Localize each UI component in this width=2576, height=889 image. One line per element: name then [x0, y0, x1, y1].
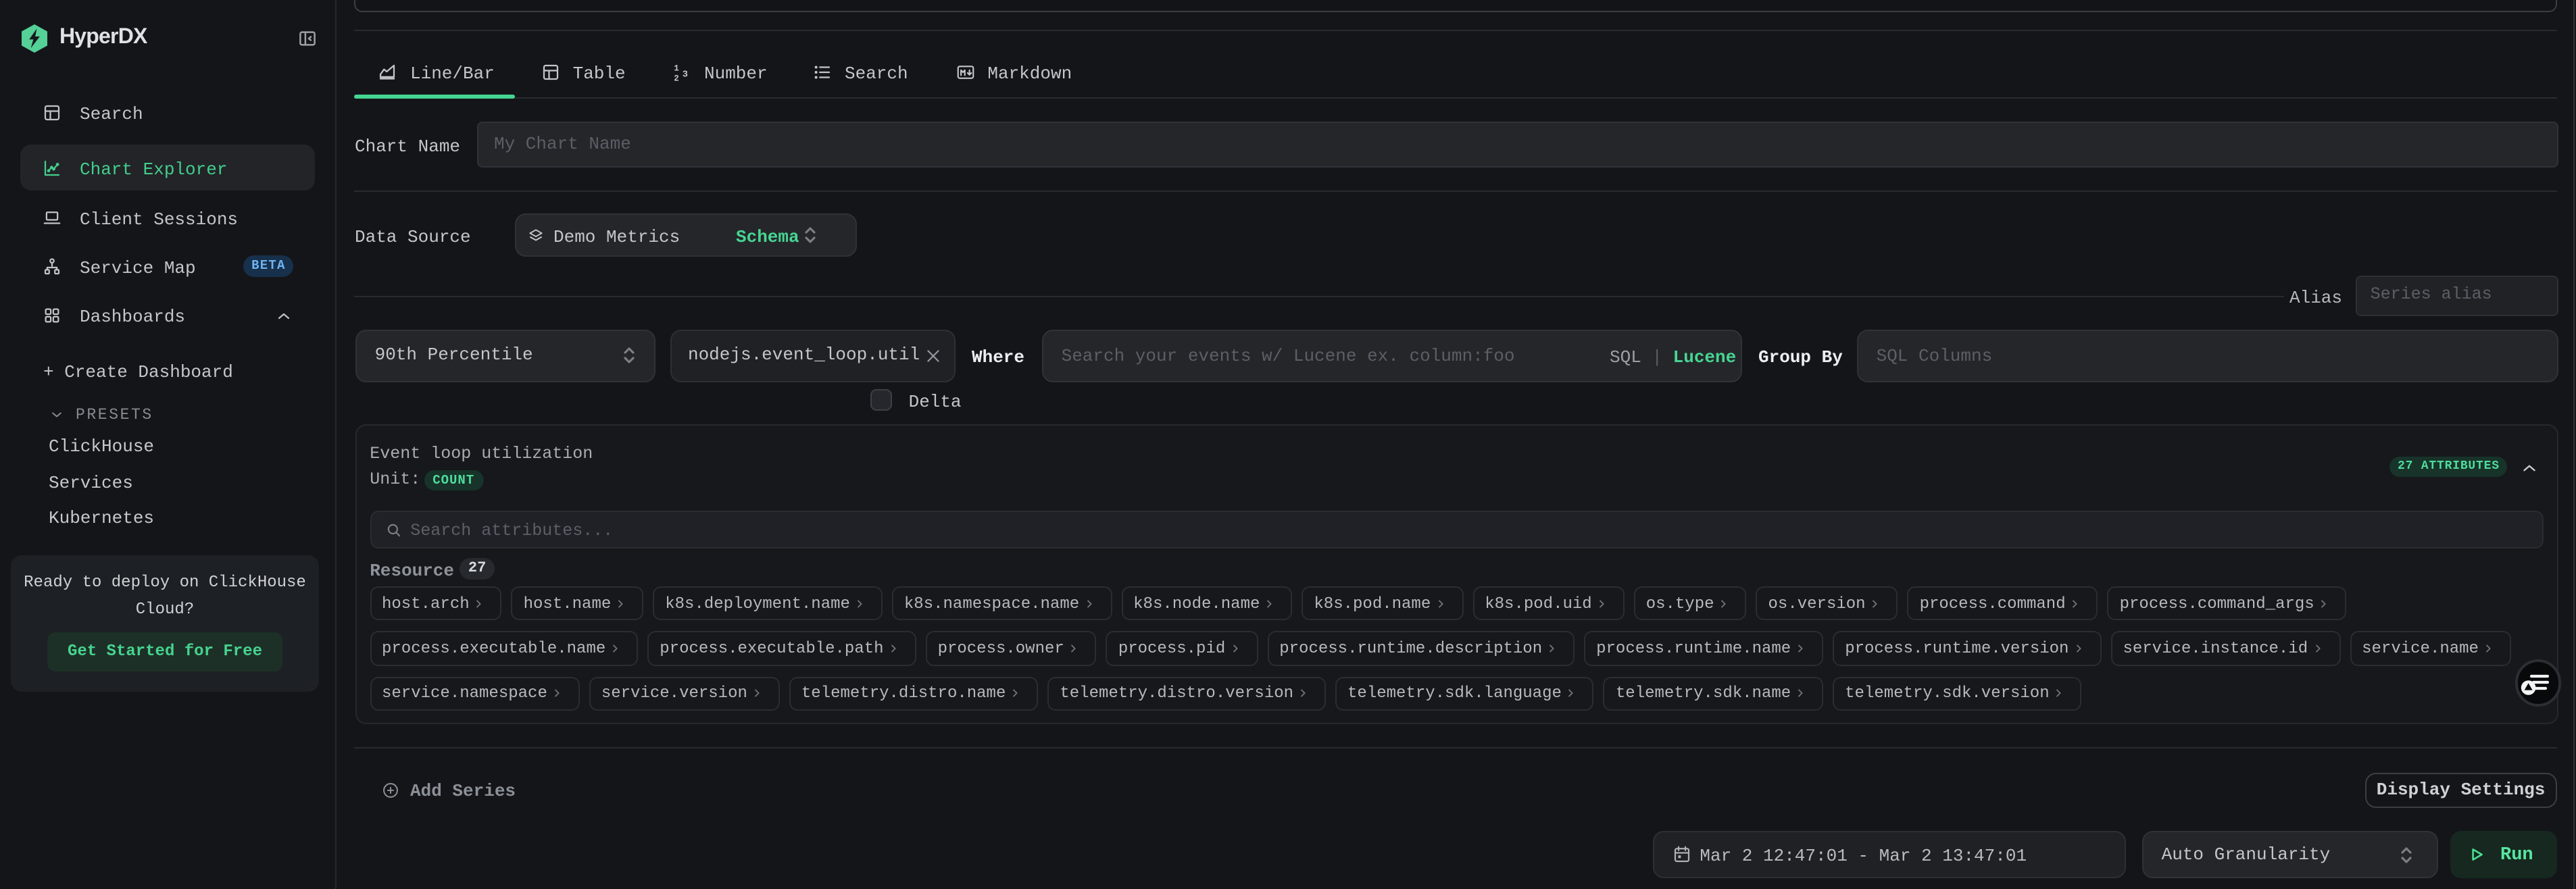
svg-text:1: 1: [674, 63, 679, 73]
svg-text:3: 3: [683, 69, 688, 79]
svg-text:2: 2: [674, 74, 679, 82]
